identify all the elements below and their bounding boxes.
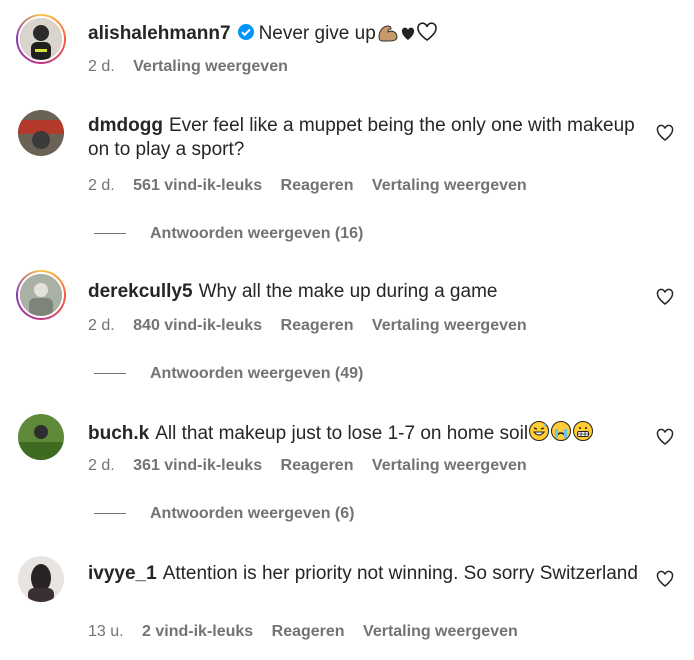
likes-count[interactable]: 361 vind-ik-leuks (133, 457, 262, 474)
caption-translate-link[interactable]: Vertaling weergeven (133, 58, 288, 75)
crying-emoji-icon (550, 420, 572, 449)
like-heart-icon[interactable] (656, 428, 674, 446)
translate-link[interactable]: Vertaling weergeven (372, 317, 527, 334)
comment-username[interactable]: derekcully5 (88, 281, 193, 302)
comment-meta: 2 d. 840 vind-ik-leuks Reageren Vertalin… (88, 317, 541, 335)
caption-meta: 2 d. Vertaling weergeven (88, 58, 302, 76)
comment-text: derekcully5 Why all the make up during a … (88, 280, 638, 304)
divider (94, 233, 126, 235)
verified-badge-icon (237, 23, 255, 48)
like-heart-icon[interactable] (656, 288, 674, 306)
view-replies-button[interactable]: Antwoorden weergeven (6) (94, 505, 354, 523)
comment-username[interactable]: buch.k (88, 423, 149, 444)
comment-meta: 2 d. 361 vind-ik-leuks Reageren Vertalin… (88, 457, 541, 475)
like-heart-icon[interactable] (656, 124, 674, 142)
black-heart-icon (400, 25, 416, 49)
likes-count[interactable]: 2 vind-ik-leuks (142, 623, 253, 640)
translate-link[interactable]: Vertaling weergeven (363, 623, 518, 640)
view-replies-label: Antwoorden weergeven (49) (150, 365, 364, 382)
comment-meta: 13 u. 2 vind-ik-leuks Reageren Vertaling… (88, 623, 532, 641)
view-replies-button[interactable]: Antwoorden weergeven (16) (94, 225, 363, 243)
divider (94, 513, 126, 515)
comment-body: Why all the make up during a game (198, 281, 498, 302)
comment-time: 2 d. (88, 177, 115, 194)
likes-count[interactable]: 561 vind-ik-leuks (133, 177, 262, 194)
avatar[interactable] (18, 414, 64, 460)
comment-username[interactable]: ivyye_1 (88, 563, 157, 584)
avatar[interactable] (18, 556, 64, 602)
comment-text: buch.k All that makeup just to lose 1-7 o… (88, 420, 638, 449)
like-heart-icon[interactable] (656, 570, 674, 588)
caption-username[interactable]: alishalehmann7 (88, 23, 231, 44)
comment-body: Attention is her priority not winning. S… (162, 563, 638, 584)
caption-body: Never give up (258, 23, 376, 44)
sweat-smile-emoji-icon (528, 420, 550, 449)
avatar[interactable] (16, 270, 66, 320)
caption-time: 2 d. (88, 58, 115, 75)
reply-button[interactable]: Reageren (281, 177, 354, 194)
translate-link[interactable]: Vertaling weergeven (372, 457, 527, 474)
reply-button[interactable]: Reageren (281, 317, 354, 334)
comment-body: Ever feel like a muppet being the only o… (88, 115, 635, 160)
comment-time: 2 d. (88, 457, 115, 474)
comment-text: dmdogg Ever feel like a muppet being the … (88, 114, 638, 162)
muscle-emoji-icon (376, 22, 400, 49)
grimace-emoji-icon (572, 420, 594, 449)
comment-time: 13 u. (88, 623, 124, 640)
view-replies-label: Antwoorden weergeven (16) (150, 225, 364, 242)
comment-username[interactable]: dmdogg (88, 115, 163, 136)
likes-count[interactable]: 840 vind-ik-leuks (133, 317, 262, 334)
avatar[interactable] (16, 14, 66, 64)
translate-link[interactable]: Vertaling weergeven (372, 177, 527, 194)
comment-time: 2 d. (88, 317, 115, 334)
comment-text: ivyye_1 Attention is her priority not win… (88, 562, 638, 586)
comment-body: All that makeup just to lose 1-7 on home… (155, 423, 529, 444)
avatar[interactable] (18, 110, 64, 156)
reply-button[interactable]: Reageren (281, 457, 354, 474)
view-replies-button[interactable]: Antwoorden weergeven (49) (94, 365, 363, 383)
comment-meta: 2 d. 561 vind-ik-leuks Reageren Vertalin… (88, 177, 541, 195)
caption-text: alishalehmann7 Never give up (88, 22, 638, 49)
view-replies-label: Antwoorden weergeven (6) (150, 505, 355, 522)
white-heart-icon (416, 22, 438, 49)
reply-button[interactable]: Reageren (272, 623, 345, 640)
divider (94, 373, 126, 375)
